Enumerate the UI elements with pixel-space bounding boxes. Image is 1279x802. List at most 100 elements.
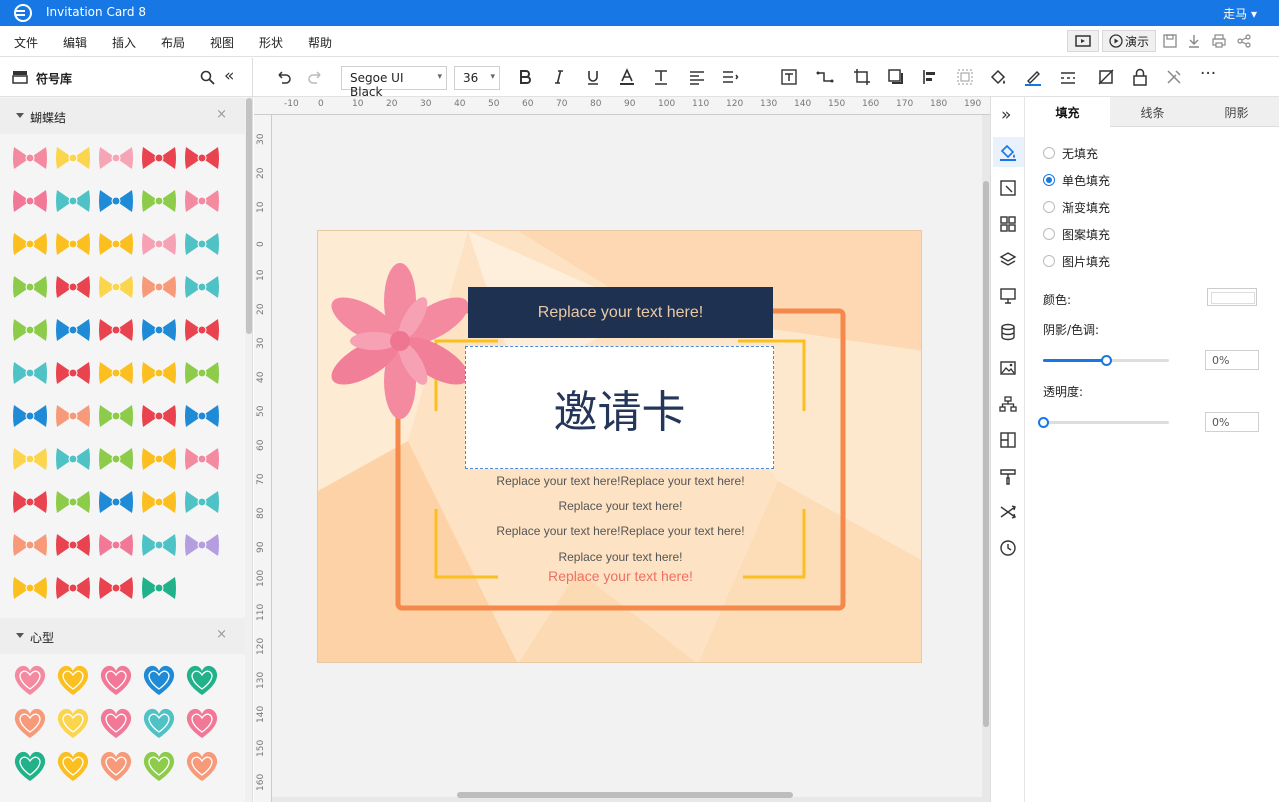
fill-option[interactable]: 图案填充 [1043,226,1110,242]
presentation-icon[interactable] [999,287,1017,305]
share-icon[interactable] [1236,33,1252,49]
radio-button[interactable] [1043,147,1055,159]
bow-symbol-icon[interactable] [53,353,93,393]
bow-symbol-icon[interactable] [96,439,136,479]
grid-panel-icon[interactable] [999,215,1017,233]
opacity-value-input[interactable]: 0% [1205,412,1259,432]
bow-symbol-icon[interactable] [182,138,222,178]
section-hearts-header[interactable]: 心型 × [0,618,245,654]
close-icon[interactable]: × [216,107,227,122]
undo-icon[interactable] [274,68,292,86]
screen-button[interactable] [1067,30,1099,52]
history-icon[interactable] [999,539,1017,557]
heart-symbol-icon[interactable] [139,746,179,786]
menu-insert[interactable]: 插入 [112,34,136,51]
save-icon[interactable] [1162,33,1178,49]
card-body-line-3[interactable]: Replace your text here!Replace your text… [318,524,921,538]
bow-symbol-icon[interactable] [139,439,179,479]
align-objects-icon[interactable] [921,68,939,86]
font-color-icon[interactable] [618,68,636,86]
radio-button[interactable] [1043,201,1055,213]
bow-symbol-icon[interactable] [139,310,179,350]
menu-layout[interactable]: 布局 [161,34,185,51]
card-accent-line[interactable]: Replace your text here! [318,568,921,584]
menu-shape[interactable]: 形状 [259,34,283,51]
menu-edit[interactable]: 编辑 [63,34,87,51]
underline-icon[interactable] [584,68,602,86]
section-bows-header[interactable]: 蝴蝶结 × [0,98,245,134]
search-icon[interactable] [200,70,215,85]
org-chart-icon[interactable] [999,395,1017,413]
bow-symbol-icon[interactable] [10,310,50,350]
bow-symbol-icon[interactable] [53,224,93,264]
bow-symbol-icon[interactable] [182,396,222,436]
bow-symbol-icon[interactable] [182,439,222,479]
menu-help[interactable]: 帮助 [308,34,332,51]
library-scrollbar[interactable] [245,98,252,802]
heart-symbol-icon[interactable] [139,703,179,743]
heart-symbol-icon[interactable] [10,703,50,743]
bow-symbol-icon[interactable] [96,224,136,264]
card-title[interactable]: 邀请卡 [465,346,774,469]
layers-icon[interactable] [999,251,1017,269]
connector-icon[interactable] [816,68,834,86]
bow-symbol-icon[interactable] [96,482,136,522]
card-header-text[interactable]: Replace your text here! [468,287,773,338]
radio-button[interactable] [1043,174,1055,186]
bow-symbol-icon[interactable] [10,568,50,608]
fill-color-icon[interactable] [989,68,1007,86]
bow-symbol-icon[interactable] [139,568,179,608]
radio-button[interactable] [1043,255,1055,267]
shade-slider-knob[interactable] [1101,355,1112,366]
collapse-panel-icon[interactable]: « [224,66,234,86]
bow-symbol-icon[interactable] [139,396,179,436]
database-icon[interactable] [999,323,1017,341]
download-icon[interactable] [1186,33,1202,49]
bold-icon[interactable] [516,68,534,86]
invitation-card[interactable]: Replace your text here! 邀请卡 Replace your… [317,230,922,663]
bow-symbol-icon[interactable] [139,181,179,221]
bow-symbol-icon[interactable] [182,181,222,221]
no-fill-icon[interactable] [1097,68,1115,86]
shade-slider[interactable] [1043,355,1169,366]
bow-symbol-icon[interactable] [139,224,179,264]
bow-symbol-icon[interactable] [139,482,179,522]
bow-symbol-icon[interactable] [53,181,93,221]
close-icon[interactable]: × [216,627,227,642]
canvas-horizontal-scrollbar[interactable] [457,792,793,798]
present-button[interactable]: 演示 [1102,30,1156,52]
bow-symbol-icon[interactable] [10,353,50,393]
heart-symbol-icon[interactable] [182,746,222,786]
menu-file[interactable]: 文件 [14,34,38,51]
opacity-slider[interactable] [1038,417,1169,428]
bow-symbol-icon[interactable] [182,482,222,522]
image-icon[interactable] [999,359,1017,377]
card-body-line-1[interactable]: Replace your text here!Replace your text… [318,474,921,488]
line-style-icon[interactable] [1059,68,1077,86]
heart-symbol-icon[interactable] [96,703,136,743]
tab-fill[interactable]: 填充 [1025,97,1110,127]
bow-symbol-icon[interactable] [53,439,93,479]
bow-symbol-icon[interactable] [182,224,222,264]
font-family-select[interactable]: Segoe UI Black ▾ [341,66,447,99]
bow-symbol-icon[interactable] [139,353,179,393]
user-menu[interactable]: 走马 ▾ [1223,5,1257,22]
bow-symbol-icon[interactable] [10,138,50,178]
bow-symbol-icon[interactable] [182,525,222,565]
print-icon[interactable] [1211,33,1227,49]
bow-symbol-icon[interactable] [96,267,136,307]
radio-button[interactable] [1043,228,1055,240]
fill-option[interactable]: 单色填充 [1043,172,1110,188]
bow-symbol-icon[interactable] [96,138,136,178]
library-scroll-thumb[interactable] [246,98,252,334]
fill-panel-icon[interactable] [999,143,1017,161]
heart-symbol-icon[interactable] [96,746,136,786]
tools-icon[interactable] [1165,68,1183,86]
bow-symbol-icon[interactable] [96,568,136,608]
italic-icon[interactable] [550,68,568,86]
shadow-icon[interactable] [887,68,905,86]
bow-symbol-icon[interactable] [182,310,222,350]
text-box-icon[interactable] [780,68,798,86]
bow-symbol-icon[interactable] [96,525,136,565]
bow-symbol-icon[interactable] [139,525,179,565]
